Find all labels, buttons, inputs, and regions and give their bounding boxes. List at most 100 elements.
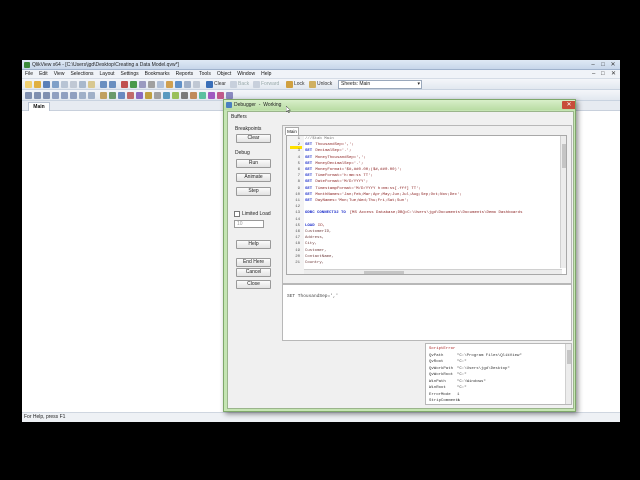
align-right-icon[interactable] [43, 92, 50, 99]
help-icon[interactable] [166, 81, 173, 88]
add-line-icon[interactable] [181, 92, 188, 99]
close-button[interactable]: Close [236, 280, 271, 289]
doc-close-button[interactable]: ✕ [611, 70, 616, 79]
variable-value: 1 [457, 399, 460, 403]
info-icon[interactable] [175, 81, 182, 88]
properties-icon[interactable] [148, 81, 155, 88]
debugger-titlebar[interactable]: Debugger - Working ✕ [224, 100, 575, 110]
limited-load-checkbox[interactable] [234, 211, 240, 217]
script-code-pane[interactable]: 1///$tab Main 2 SET ThousandSep=','; 3 SET Dec… [286, 135, 567, 275]
limited-load-stepper[interactable]: 10 [234, 220, 264, 228]
unlock-icon[interactable] [309, 81, 316, 88]
cut-icon[interactable] [70, 81, 77, 88]
add-current-selections-icon[interactable] [154, 92, 161, 99]
variable-row: WinPath "C:\Windows" [429, 379, 486, 385]
search-icon[interactable] [157, 81, 164, 88]
menu-window[interactable]: Window [234, 70, 258, 79]
menu-view[interactable]: View [51, 70, 68, 79]
settings-icon[interactable] [193, 81, 200, 88]
line-number: 2 [297, 143, 300, 148]
menu-settings[interactable]: Settings [118, 70, 142, 79]
code-keyword: SET [305, 168, 313, 172]
add-search-object-icon[interactable] [208, 92, 215, 99]
step-button[interactable]: Step [236, 187, 271, 196]
align-bottom-icon[interactable] [70, 92, 77, 99]
add-button-icon[interactable] [163, 92, 170, 99]
help-button[interactable]: Help [236, 240, 271, 249]
add-slider-icon[interactable] [190, 92, 197, 99]
add-table-icon[interactable] [136, 92, 143, 99]
space-horizontal-icon[interactable] [79, 92, 86, 99]
paste-icon[interactable] [88, 81, 95, 88]
menu-layout[interactable]: Layout [97, 70, 118, 79]
code-line: 12 [287, 205, 563, 210]
end-here-button[interactable]: End Here [236, 258, 271, 267]
add-chart-icon[interactable] [127, 92, 134, 99]
undo-icon[interactable] [100, 81, 107, 88]
clear-icon[interactable] [206, 81, 213, 88]
print-pdf-icon[interactable] [61, 81, 68, 88]
maximize-button[interactable]: □ [598, 61, 608, 69]
align-middle-icon[interactable] [61, 92, 68, 99]
edit-script-icon[interactable] [130, 81, 137, 88]
align-center-icon[interactable] [34, 92, 41, 99]
copy-icon[interactable] [79, 81, 86, 88]
tab-main-script[interactable]: Main [285, 127, 299, 135]
new-icon[interactable] [25, 81, 32, 88]
align-top-icon[interactable] [52, 92, 59, 99]
add-text-object-icon[interactable] [172, 92, 179, 99]
add-statistics-icon[interactable] [118, 92, 125, 99]
menu-tools[interactable]: Tools [196, 70, 214, 79]
new-sheet-icon[interactable] [100, 92, 107, 99]
doc-minimize-button[interactable]: – [592, 70, 595, 79]
doc-restore-button[interactable]: □ [601, 70, 605, 79]
print-icon[interactable] [52, 81, 59, 88]
menu-bookmarks[interactable]: Bookmarks [142, 70, 173, 79]
code-keyword: SET [305, 155, 313, 160]
animate-button[interactable]: Animate [236, 173, 271, 182]
add-listbox-icon[interactable] [109, 92, 116, 99]
save-icon[interactable] [43, 81, 50, 88]
table-viewer-icon[interactable] [139, 81, 146, 88]
back-button[interactable]: Back [238, 80, 249, 89]
menu-file[interactable]: File [22, 70, 36, 79]
menu-reports[interactable]: Reports [173, 70, 197, 79]
scroll-thumb[interactable] [567, 350, 571, 364]
close-icon[interactable]: ✕ [562, 101, 575, 109]
lock-button[interactable]: Lock [294, 80, 305, 89]
variables-pane[interactable]: ScriptError QvPath "C:\Program Files\QlikV… [425, 343, 572, 405]
redo-icon[interactable] [109, 81, 116, 88]
run-button[interactable]: Run [236, 159, 271, 168]
code-vertical-scrollbar[interactable] [560, 136, 566, 268]
menu-help[interactable]: Help [258, 70, 274, 79]
add-container-icon[interactable] [217, 92, 224, 99]
lock-icon[interactable] [286, 81, 293, 88]
menu-edit[interactable]: Edit [36, 70, 51, 79]
scroll-thumb[interactable] [562, 144, 566, 168]
add-input-box-icon[interactable] [145, 92, 152, 99]
minimize-button[interactable]: – [588, 61, 598, 69]
zoom-icon[interactable] [184, 81, 191, 88]
variable-value: "C:\Windows" [457, 379, 486, 384]
menu-selections[interactable]: Selections [67, 70, 96, 79]
add-bookmark-icon[interactable] [199, 92, 206, 99]
space-vertical-icon[interactable] [88, 92, 95, 99]
scroll-thumb[interactable] [364, 271, 404, 274]
tab-main[interactable]: Main [28, 102, 50, 111]
cancel-button[interactable]: Cancel [236, 268, 271, 277]
reload-icon[interactable] [121, 81, 128, 88]
menu-object[interactable]: Object [214, 70, 234, 79]
forward-button[interactable]: Forward [261, 80, 279, 89]
sheet-selector[interactable]: Sheets: Main ▾ [338, 80, 422, 89]
add-custom-object-icon[interactable] [226, 92, 233, 99]
variables-scrollbar[interactable] [565, 344, 571, 404]
align-left-icon[interactable] [25, 92, 32, 99]
back-icon[interactable] [230, 81, 237, 88]
clear-button[interactable]: Clear [214, 80, 226, 89]
forward-icon[interactable] [253, 81, 260, 88]
open-icon[interactable] [34, 81, 41, 88]
unlock-button[interactable]: Unlock [317, 80, 332, 89]
window-close-button[interactable]: ✕ [608, 61, 618, 69]
code-horizontal-scrollbar[interactable] [304, 269, 562, 274]
clear-breakpoints-button[interactable]: Clear [236, 134, 271, 143]
